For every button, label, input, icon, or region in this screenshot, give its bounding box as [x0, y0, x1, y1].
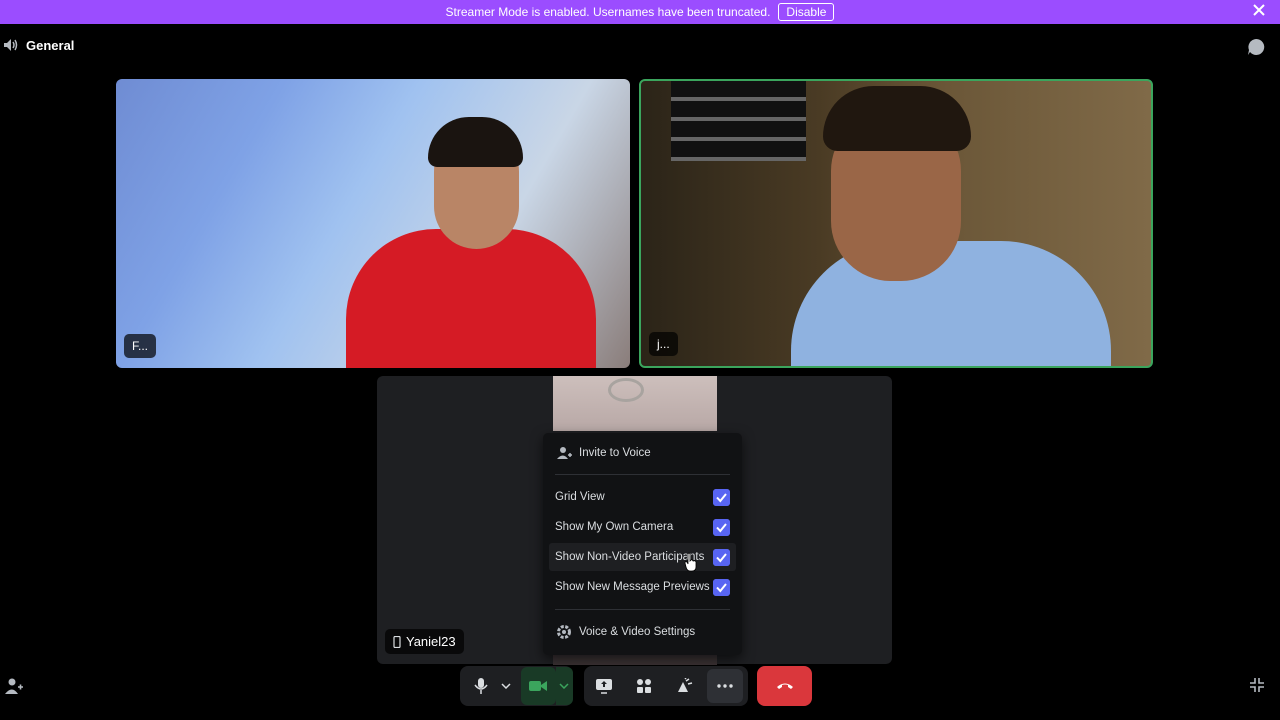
gear-icon [557, 625, 571, 639]
close-icon[interactable] [1252, 3, 1266, 17]
grid-view-item[interactable]: Grid View [549, 483, 736, 511]
self-camera-preview-edge [553, 655, 717, 665]
disable-streamer-mode-button[interactable]: Disable [778, 3, 835, 21]
participant-video-body [791, 241, 1111, 366]
more-options-menu: Invite to Voice Grid View Show My Own Ca… [543, 433, 742, 655]
show-message-previews-item[interactable]: Show New Message Previews [549, 573, 736, 601]
disconnect-button[interactable] [757, 666, 812, 706]
menu-divider [555, 474, 730, 475]
menu-divider [555, 609, 730, 610]
participant-name-tag: Yaniel23 [385, 629, 464, 654]
streamer-mode-banner: Streamer Mode is enabled. Usernames have… [0, 0, 1280, 24]
participant-video-body [346, 229, 596, 368]
mobile-icon [393, 635, 401, 648]
preview-object [608, 378, 644, 402]
video-tile-1[interactable]: F... [116, 79, 630, 368]
self-camera-preview [553, 376, 717, 431]
screen-share-button[interactable] [584, 666, 624, 706]
participant-name-tag: j... [649, 332, 678, 356]
add-user-icon [557, 447, 572, 459]
hang-up-icon [776, 683, 793, 689]
checkbox-checked-icon[interactable] [713, 549, 730, 566]
activities-button[interactable] [624, 666, 664, 706]
show-non-video-participants-label: Show Non-Video Participants [555, 551, 705, 563]
participant-name-tag: F... [124, 334, 157, 358]
show-message-previews-label: Show New Message Previews [555, 581, 710, 593]
invite-to-voice-item[interactable]: Invite to Voice [549, 439, 736, 467]
checkbox-checked-icon[interactable] [713, 519, 730, 536]
chevron-down-icon [559, 683, 569, 689]
screen-share-icon [596, 679, 612, 694]
soundboard-button[interactable] [664, 666, 704, 706]
participant-video-hair [428, 117, 523, 167]
show-own-camera-item[interactable]: Show My Own Camera [549, 513, 736, 541]
voice-video-settings-label: Voice & Video Settings [579, 626, 696, 638]
camera-icon [529, 681, 547, 691]
activities-icon [637, 679, 651, 693]
participant-name: Yaniel23 [406, 634, 456, 649]
microphone-icon [473, 678, 488, 694]
camera-button[interactable] [520, 667, 556, 705]
video-tile-2-speaking[interactable]: j... [639, 79, 1153, 368]
checkbox-checked-icon[interactable] [713, 579, 730, 596]
show-non-video-participants-item[interactable]: Show Non-Video Participants [549, 543, 736, 571]
checkbox-checked-icon[interactable] [713, 489, 730, 506]
banner-message: Streamer Mode is enabled. Usernames have… [445, 5, 771, 19]
grid-view-label: Grid View [555, 491, 605, 503]
collapse-icon[interactable] [1248, 676, 1266, 694]
channel-header: General [0, 34, 74, 56]
more-icon [717, 684, 733, 688]
camera-options-button[interactable] [555, 667, 573, 705]
flag-background [671, 81, 806, 161]
microphone-button[interactable] [464, 666, 497, 706]
voice-video-settings-item[interactable]: Voice & Video Settings [549, 618, 736, 646]
microphone-options-button[interactable] [497, 666, 514, 706]
channel-name: General [26, 37, 75, 53]
hand-cursor-icon [684, 552, 697, 572]
soundboard-icon [678, 678, 693, 692]
mic-camera-controls [460, 666, 573, 706]
chat-bubble-icon[interactable] [1246, 37, 1266, 57]
more-options-button[interactable] [707, 669, 743, 703]
activity-controls [584, 666, 748, 706]
show-own-camera-label: Show My Own Camera [555, 521, 674, 533]
add-user-icon[interactable] [4, 676, 24, 696]
participant-video-hair [823, 86, 971, 151]
speaker-icon [4, 39, 18, 51]
chevron-down-icon [501, 683, 511, 689]
invite-to-voice-label: Invite to Voice [579, 447, 651, 459]
